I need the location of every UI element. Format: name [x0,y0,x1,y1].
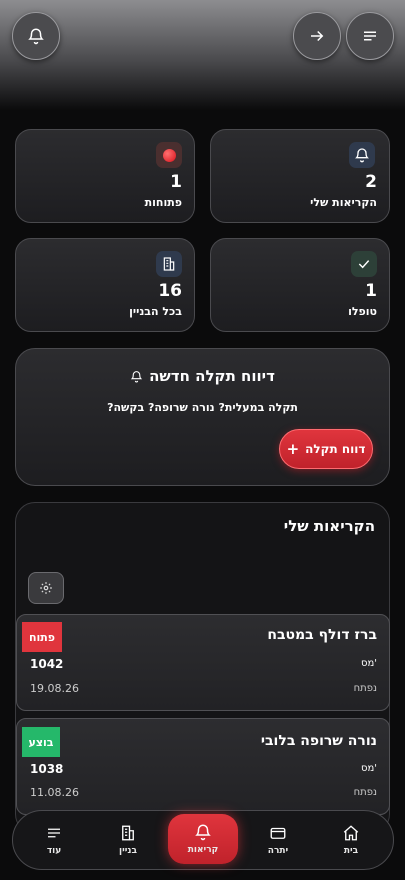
bell-icon [195,824,211,841]
nav-label: יתרה [267,846,289,856]
nav-label: בניין [119,846,137,856]
stat-card-resolved[interactable]: 1 טופלו [210,238,390,332]
menu-icon [48,828,60,838]
building-icon [156,251,182,277]
gear-icon [40,582,52,594]
stat-label: הקריאות שלי [310,196,377,209]
stat-card-building[interactable]: 16 בכל הבניין [15,238,195,332]
section-title: הקריאות שלי [283,517,375,535]
nav-item-calls[interactable]: קריאות [168,814,238,864]
call-date-label: נפתח [353,787,377,798]
bottom-navigation: בית יתרה קריאות בניין עוד [12,810,394,870]
report-subtitle: תקלה במעלית? נורה שרופה? בקשה? [107,401,298,414]
call-item[interactable]: נורה שרופה בלובי בוצע מס' 1038 נפתח 11.0… [16,718,390,815]
report-fault-button[interactable]: דווח תקלה + [279,429,373,469]
report-button-label: דווח תקלה [305,442,366,456]
building-icon [122,825,134,841]
nav-item-home[interactable]: בית [320,811,382,869]
call-item[interactable]: ברז דולף במטבח פתוח מס' 1042 נפתח 19.08.… [16,614,390,711]
stat-label: בכל הבניין [129,305,182,318]
call-number: 1038 [30,762,64,776]
wallet-icon [270,827,286,839]
call-date: 19.08.26 [30,682,79,695]
stat-card-my-calls[interactable]: 2 הקריאות שלי [210,129,390,223]
nav-item-more[interactable]: עוד [23,811,85,869]
filter-button[interactable] [28,572,64,604]
report-title-row: דיווח תקלה חדשה [16,367,389,385]
call-title: נורה שרופה בלובי [260,733,377,749]
nav-label: קריאות [187,845,219,855]
home-icon [343,825,359,841]
call-number-label: מס' [360,763,377,774]
bell-icon [130,370,143,382]
header-background [0,0,405,110]
notifications-button[interactable] [12,12,60,60]
menu-icon [364,31,376,41]
call-date: 11.08.26 [30,786,79,799]
check-icon [351,251,377,277]
call-title: ברז דולף במטבח [267,627,377,643]
call-number: 1042 [30,657,64,671]
nav-label: בית [343,846,359,856]
stat-label: פתוחות [144,196,182,209]
stat-value: 2 [365,172,377,192]
nav-label: עוד [46,846,62,856]
forward-button[interactable] [293,12,341,60]
call-number-label: מס' [360,658,377,669]
arrow-right-icon [311,30,324,42]
bell-icon [28,28,44,45]
stat-value: 1 [170,172,182,192]
nav-item-building[interactable]: בניין [97,811,159,869]
status-badge: בוצע [22,727,60,757]
bell-icon [349,142,375,168]
status-badge: פתוח [22,622,62,652]
report-title: דיווח תקלה חדשה [149,367,275,385]
plus-icon: + [286,439,300,458]
stat-value: 16 [158,281,182,301]
stat-value: 1 [365,281,377,301]
red-dot-icon [156,142,182,168]
nav-item-balance[interactable]: יתרה [247,811,309,869]
stat-label: טופלו [348,305,377,318]
call-date-label: נפתח [353,683,377,694]
menu-button[interactable] [346,12,394,60]
stat-card-open[interactable]: 1 פתוחות [15,129,195,223]
report-fault-card: דיווח תקלה חדשה תקלה במעלית? נורה שרופה?… [15,348,390,486]
